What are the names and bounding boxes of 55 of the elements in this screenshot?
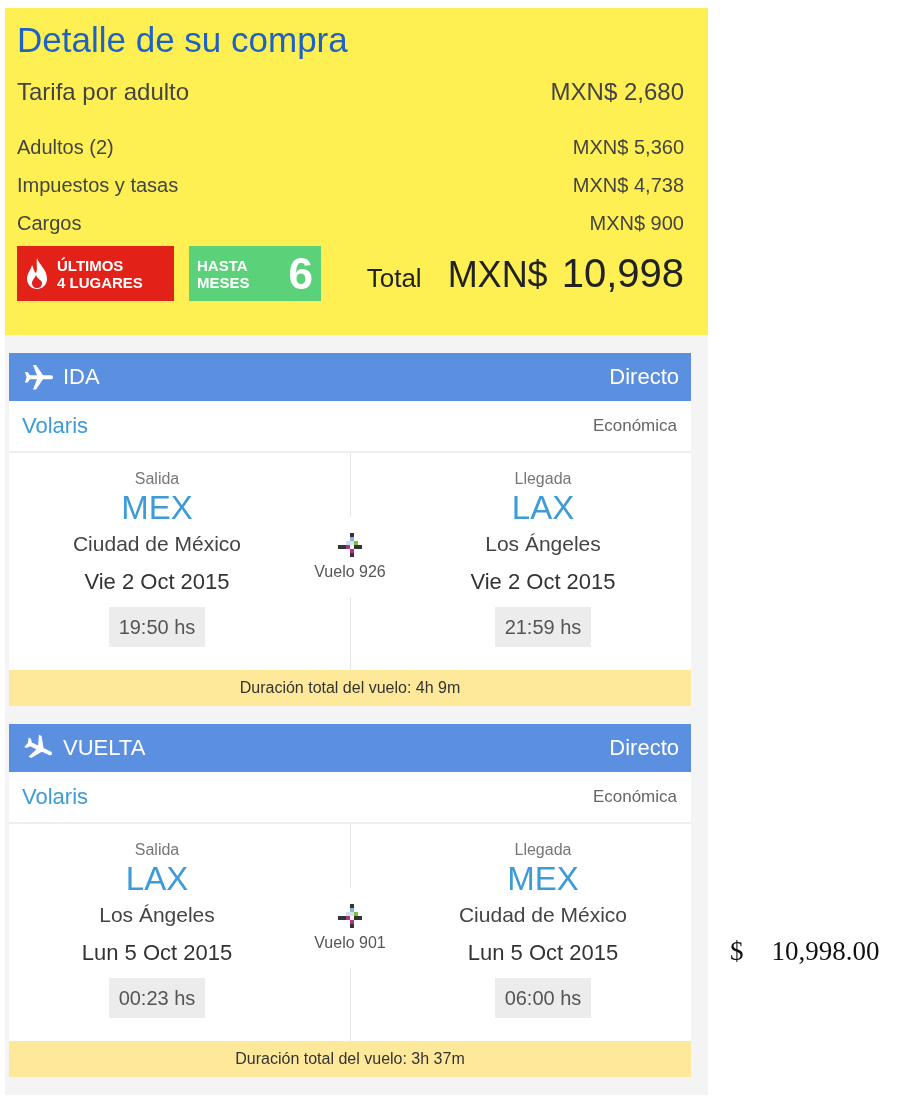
fare-label: Tarifa por adulto xyxy=(17,77,190,107)
charge-value: MXN$ 5,360 xyxy=(572,135,684,160)
badge-text: MESES xyxy=(197,273,250,291)
flight-time: 00:23 hs xyxy=(108,978,206,1018)
city-name: Ciudad de México xyxy=(72,531,242,557)
airline-logo-icon xyxy=(338,532,362,557)
flight-number: Vuelo 901 xyxy=(314,933,386,952)
cabin-class: Económica xyxy=(592,416,677,436)
airport-code: MEX xyxy=(121,489,193,527)
flight-date: Lun 5 Oct 2015 xyxy=(81,939,233,967)
flight-time: 19:50 hs xyxy=(108,607,206,647)
flight-date: Lun 5 Oct 2015 xyxy=(467,939,619,967)
flight-type: Directo xyxy=(609,364,679,390)
cabin-class: Económica xyxy=(592,787,677,807)
segment-title: VUELTA xyxy=(63,735,146,761)
city-name: Los Ángeles xyxy=(99,902,215,928)
airplane-icon xyxy=(23,363,55,391)
airport-code: LAX xyxy=(125,860,189,898)
total-currency: MXN$ xyxy=(447,254,548,296)
duration-bar: Duración total del vuelo: 4h 9m xyxy=(9,670,691,706)
flight-date: Vie 2 Oct 2015 xyxy=(84,568,230,596)
segment-title: IDA xyxy=(63,364,100,390)
flame-icon xyxy=(25,257,49,290)
flight-number: Vuelo 926 xyxy=(314,562,386,581)
city-name: Ciudad de México xyxy=(458,902,628,928)
fare-value: MXN$ 2,680 xyxy=(550,77,684,107)
charge-value: MXN$ 900 xyxy=(589,211,684,236)
airline-logo-icon xyxy=(338,903,362,928)
airport-code: LAX xyxy=(511,489,575,527)
badge-text: ÚLTIMOS xyxy=(57,256,125,274)
total-label: Total xyxy=(366,263,422,294)
badge-text: HASTA xyxy=(197,256,249,274)
stop-label: Salida xyxy=(134,469,180,489)
stop-label: Llegada xyxy=(514,840,572,860)
currency-symbol: $ xyxy=(730,936,744,968)
summary-title: Detalle de su compra xyxy=(17,20,349,60)
total-amount: 10,998 xyxy=(561,251,684,296)
airline-name: Volaris xyxy=(22,413,89,439)
charge-label: Impuestos y tasas xyxy=(17,173,179,198)
charge-label: Adultos (2) xyxy=(17,135,114,160)
city-name: Los Ángeles xyxy=(485,531,601,557)
stop-label: Llegada xyxy=(514,469,572,489)
badge-number: 6 xyxy=(288,251,313,296)
charge-value: MXN$ 4,738 xyxy=(572,173,684,198)
amount-text: 10,998.00 xyxy=(771,936,880,968)
stop-label: Salida xyxy=(134,840,180,860)
airport-code: MEX xyxy=(507,860,579,898)
flight-type: Directo xyxy=(609,735,679,761)
flight-date: Vie 2 Oct 2015 xyxy=(470,568,616,596)
flight-time: 21:59 hs xyxy=(494,607,592,647)
flight-time: 06:00 hs xyxy=(494,978,592,1018)
airline-name: Volaris xyxy=(22,784,89,810)
duration-bar: Duración total del vuelo: 3h 37m xyxy=(9,1041,691,1077)
charge-label: Cargos xyxy=(17,211,82,236)
badge-text: 4 LUGARES xyxy=(57,273,143,291)
